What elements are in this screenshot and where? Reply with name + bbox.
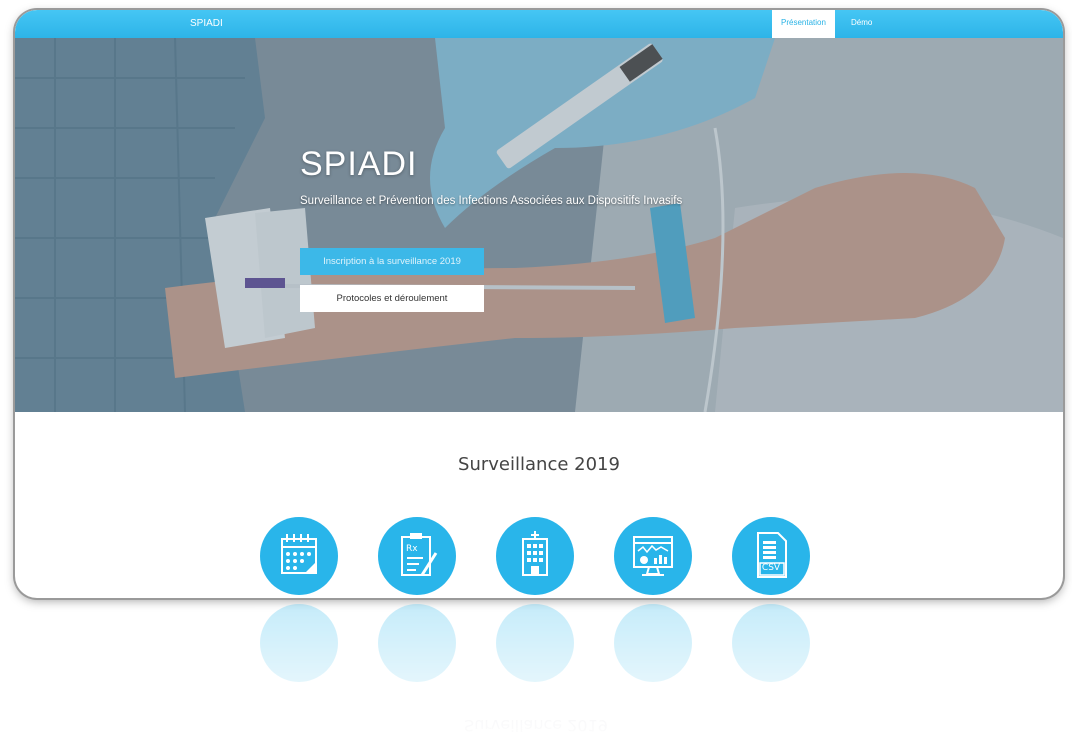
- monitor-chart-icon[interactable]: [614, 517, 692, 595]
- register-surveillance-button[interactable]: Inscription à la surveillance 2019: [300, 248, 484, 275]
- page-reflection: Surveillance 2019: [0, 598, 1072, 737]
- hero-overlay: [15, 38, 1063, 412]
- clipboard-prescription-icon[interactable]: Rx: [378, 517, 456, 595]
- csv-label: CSV: [761, 563, 781, 573]
- reflection-fade: [0, 598, 1072, 737]
- protocols-button[interactable]: Protocoles et déroulement: [300, 285, 484, 312]
- browser-frame: SPIADI Présentation Démo SPIADI Surveill…: [15, 10, 1063, 598]
- navbar: SPIADI Présentation Démo: [15, 10, 1063, 38]
- hospital-building-icon[interactable]: [496, 517, 574, 595]
- navbar-brand[interactable]: SPIADI: [190, 18, 223, 29]
- feature-icon-row: Rx CSV: [15, 517, 1063, 597]
- hero-banner: SPIADI Surveillance et Prévention des In…: [15, 38, 1063, 412]
- calendar-icon[interactable]: [260, 517, 338, 595]
- nav-tab-demo[interactable]: Démo: [842, 10, 881, 38]
- csv-file-icon[interactable]: CSV: [732, 517, 810, 595]
- hero-subtitle: Surveillance et Prévention des Infection…: [300, 195, 683, 207]
- hero-title: SPIADI: [300, 145, 418, 183]
- section-title: Surveillance 2019: [458, 454, 620, 475]
- nav-tab-presentation[interactable]: Présentation: [772, 10, 835, 38]
- svg-text:Rx: Rx: [406, 544, 418, 554]
